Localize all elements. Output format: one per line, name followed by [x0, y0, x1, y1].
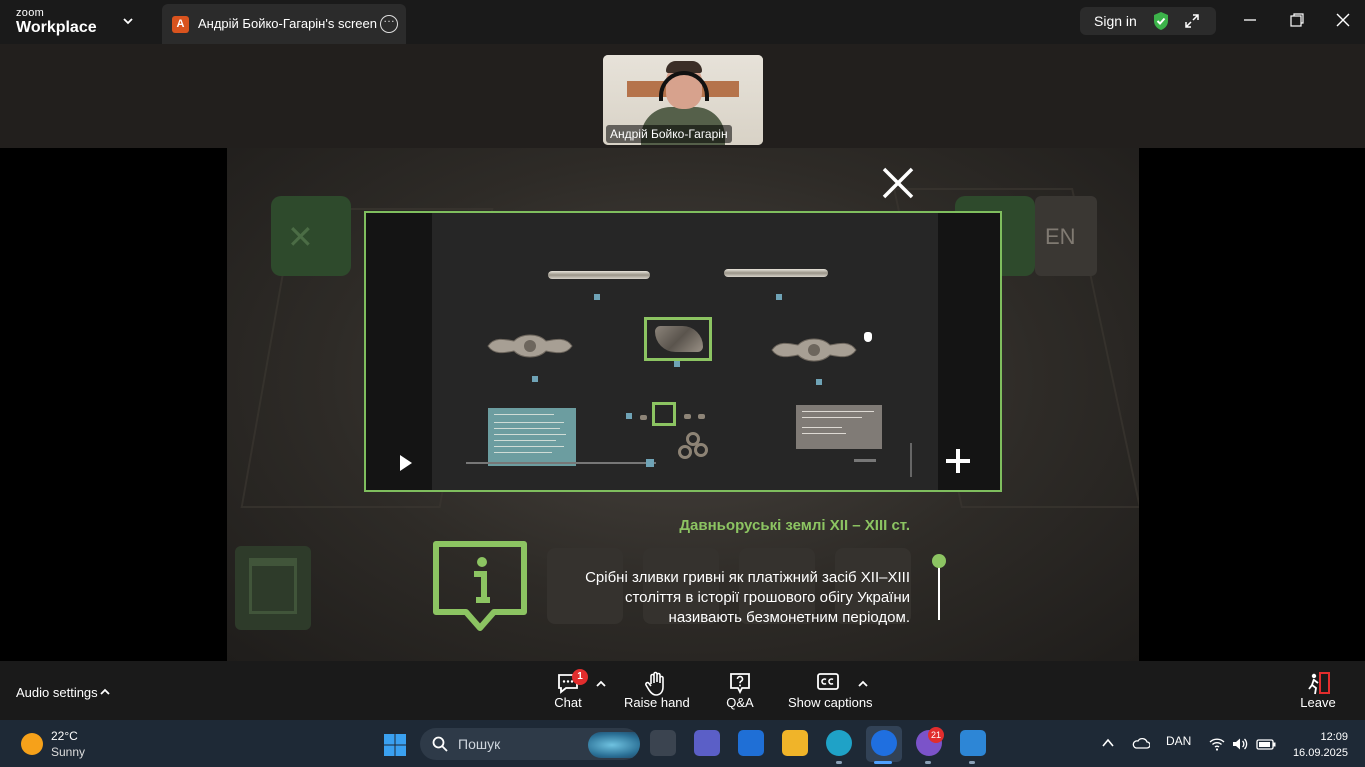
captions-options-chevron-icon[interactable]	[857, 678, 869, 690]
caption-text: Срібні зливки гривні як платіжний засіб …	[585, 569, 910, 626]
mouse-cursor	[864, 332, 872, 342]
taskbar-clock[interactable]: 12:09 16.09.2025	[1290, 729, 1348, 761]
audio-settings-button[interactable]: Audio settings	[16, 685, 98, 700]
chat-label: Chat	[554, 695, 582, 710]
clock-date: 16.09.2025	[1292, 747, 1348, 759]
zoom-title-bar: zoom Workplace A Андрій Бойко-Гагарін's …	[0, 0, 1365, 44]
chat-badge: 1	[572, 669, 588, 685]
leave-button[interactable]: Leave	[1298, 669, 1338, 717]
play-icon[interactable]	[400, 455, 412, 471]
search-highlight-image	[588, 732, 640, 758]
restore-icon[interactable]	[1289, 12, 1305, 28]
zoom-in-icon[interactable]	[946, 449, 970, 473]
leave-label: Leave	[1300, 695, 1336, 710]
chevron-up-icon[interactable]	[99, 686, 111, 698]
share-tab-title: Андрій Бойко-Гагарін's screen	[198, 16, 377, 31]
onedrive-icon[interactable]	[1132, 737, 1150, 749]
info-icon[interactable]	[432, 540, 528, 634]
info-card-teal	[488, 408, 576, 466]
museum-home-button[interactable]	[235, 546, 311, 630]
edge-icon[interactable]	[826, 730, 852, 756]
leave-icon	[1308, 672, 1330, 695]
windows-taskbar	[0, 720, 1365, 767]
sign-in-button[interactable]: Sign in	[1094, 13, 1137, 29]
language-label: EN	[1045, 224, 1076, 249]
raise-hand-label: Raise hand	[624, 695, 690, 710]
qa-button[interactable]: Q&A	[720, 669, 760, 717]
screen-share-tab[interactable]: A Андрій Бойко-Гагарін's screen	[162, 4, 406, 44]
exhibit-viewer[interactable]	[364, 211, 1002, 492]
more-icon[interactable]	[380, 11, 398, 33]
language-button[interactable]: EN	[1035, 196, 1097, 276]
info-card-gray	[796, 405, 882, 449]
participant-name: Андрій Бойко-Гагарін	[606, 125, 732, 143]
chevron-down-icon[interactable]	[121, 14, 135, 28]
highlight-fragment[interactable]	[652, 402, 676, 426]
zoom-icon[interactable]	[871, 730, 897, 756]
taskbar-search[interactable]: Пошук	[420, 728, 640, 760]
tray-chevron-up-icon[interactable]	[1102, 738, 1114, 748]
show-captions-button[interactable]: Show captions	[788, 669, 873, 717]
viber-badge: 21	[928, 727, 944, 743]
participant-video[interactable]: Андрій Бойко-Гагарін	[603, 55, 763, 145]
qa-icon	[730, 673, 750, 695]
progress-knob[interactable]	[646, 459, 654, 467]
mute-sound-button[interactable]: ✕	[271, 196, 351, 276]
minimize-icon[interactable]	[1242, 12, 1258, 28]
close-icon[interactable]	[1335, 12, 1351, 28]
timeline-dot[interactable]	[932, 554, 946, 568]
search-placeholder: Пошук	[458, 736, 501, 752]
battery-icon[interactable]	[1256, 737, 1276, 751]
weather-temperature[interactable]: 22°C	[51, 729, 78, 743]
weather-condition[interactable]: Sunny	[51, 745, 85, 759]
qa-label: Q&A	[726, 695, 754, 710]
sign-in-group: Sign in	[1080, 7, 1216, 35]
share-avatar: A	[172, 16, 189, 33]
caption-title: Давньоруські землі XII – XIII ст.	[679, 517, 910, 534]
timeline-line	[938, 562, 940, 620]
brand-small: zoom	[16, 7, 45, 19]
captions-label: Show captions	[788, 695, 873, 710]
store-icon[interactable]	[738, 730, 764, 756]
hand-icon	[645, 671, 664, 696]
highlight-selected-ingot[interactable]	[644, 317, 712, 361]
expand-icon[interactable]	[1184, 13, 1200, 29]
wifi-icon[interactable]	[1209, 737, 1225, 751]
hryvnia-ingot-right[interactable]	[768, 333, 860, 367]
progress-track[interactable]	[466, 462, 656, 464]
chat-button[interactable]: 1 Chat	[548, 669, 588, 717]
zoom-out-icon[interactable]	[854, 459, 876, 462]
zoom-workplace-logo[interactable]: zoom Workplace	[16, 8, 97, 36]
volume-icon[interactable]	[1232, 737, 1248, 751]
windows-start-icon[interactable]	[383, 733, 407, 757]
file-explorer-icon[interactable]	[782, 730, 808, 756]
search-icon	[432, 736, 448, 752]
teams-icon[interactable]	[694, 730, 720, 756]
silver-bar-2[interactable]	[724, 269, 828, 277]
brand-big: Workplace	[16, 19, 97, 36]
exhibit-photo	[432, 213, 938, 490]
raise-hand-button[interactable]: Raise hand	[624, 669, 690, 717]
shield-check-icon[interactable]	[1152, 11, 1170, 31]
close-viewer-icon[interactable]	[880, 165, 916, 201]
clock-time: 12:09	[1320, 731, 1348, 743]
input-language[interactable]: DAN	[1166, 734, 1191, 748]
meeting-controls: Audio settings 1 Chat Raise hand Q&A Sho…	[0, 661, 1365, 720]
cc-icon	[817, 673, 839, 690]
hryvnia-ingot-left[interactable]	[484, 329, 576, 363]
speaker-muted-icon: ✕	[287, 219, 314, 255]
silver-bar-1[interactable]	[548, 271, 650, 279]
museum-icon	[249, 558, 297, 614]
chat-options-chevron-icon[interactable]	[595, 678, 607, 690]
divider	[910, 443, 912, 477]
photos-icon[interactable]	[960, 730, 986, 756]
task-view-icon[interactable]	[650, 730, 676, 756]
sun-icon[interactable]	[21, 733, 43, 755]
